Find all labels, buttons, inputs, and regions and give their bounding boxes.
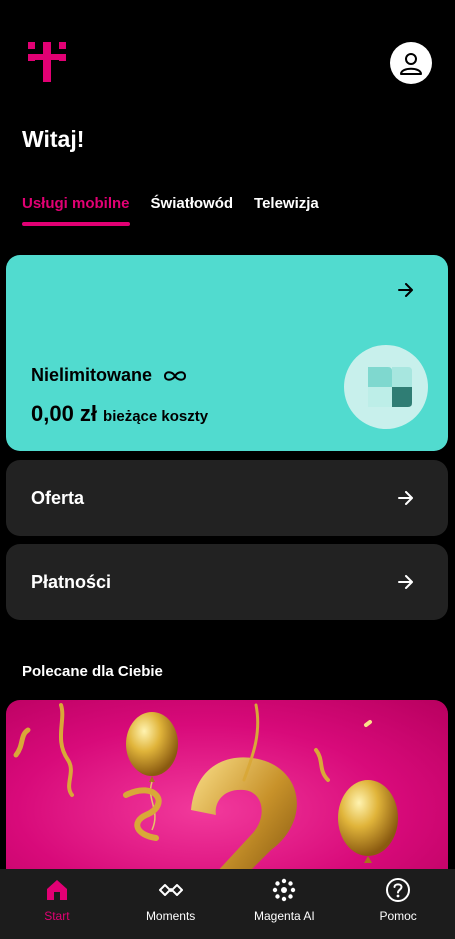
home-icon — [46, 880, 67, 900]
tab-mobile-services[interactable]: Usługi mobilne — [22, 195, 130, 226]
tab-fiber[interactable]: Światłowód — [151, 195, 234, 226]
service-tabs: Usługi mobilne Światłowód Telewizja — [22, 195, 319, 226]
profile-button[interactable] — [390, 42, 432, 84]
arrow-right-icon — [398, 283, 413, 297]
recommended-title: Polecane dla Ciebie — [22, 663, 163, 680]
plan-name-row: Nielimitowane — [31, 365, 188, 386]
plan-cost: 0,00 zł bieżące koszty — [31, 401, 208, 427]
moments-icon — [158, 884, 183, 896]
arrow-right-icon — [398, 491, 413, 505]
bottom-navigation: Start Moments Magenta AI Pomoc — [0, 869, 455, 939]
nav-label-magenta-ai: Magenta AI — [254, 909, 315, 923]
plan-card[interactable]: Nielimitowane 0,00 zł bieżące koszty — [6, 255, 448, 451]
telekom-logo-icon[interactable] — [28, 42, 66, 82]
nav-label-start: Start — [44, 909, 70, 923]
plan-name: Nielimitowane — [31, 365, 153, 385]
offer-row[interactable]: Oferta — [6, 460, 448, 536]
magenta-ai-icon — [273, 878, 296, 902]
nav-item-moments[interactable]: Moments — [114, 869, 228, 939]
nav-item-start[interactable]: Start — [0, 869, 114, 939]
infinity-icon — [164, 370, 187, 381]
nav-item-help[interactable]: Pomoc — [341, 869, 455, 939]
nav-item-magenta-ai[interactable]: Magenta AI — [228, 869, 342, 939]
plan-cost-label: bieżące koszty — [103, 408, 209, 425]
offer-label: Oferta — [31, 487, 85, 508]
help-icon — [386, 878, 411, 902]
greeting-title: Witaj! — [22, 126, 85, 152]
arrow-right-icon — [398, 575, 413, 589]
user-icon — [400, 53, 422, 75]
nav-label-moments: Moments — [145, 909, 196, 923]
nav-label-help: Pomoc — [379, 909, 417, 923]
plan-cost-amount: 0,00 zł — [31, 401, 98, 426]
plan-badge-icon — [344, 345, 428, 429]
tab-television[interactable]: Telewizja — [254, 195, 319, 226]
payments-label: Płatności — [31, 571, 112, 592]
payments-row[interactable]: Płatności — [6, 544, 448, 620]
